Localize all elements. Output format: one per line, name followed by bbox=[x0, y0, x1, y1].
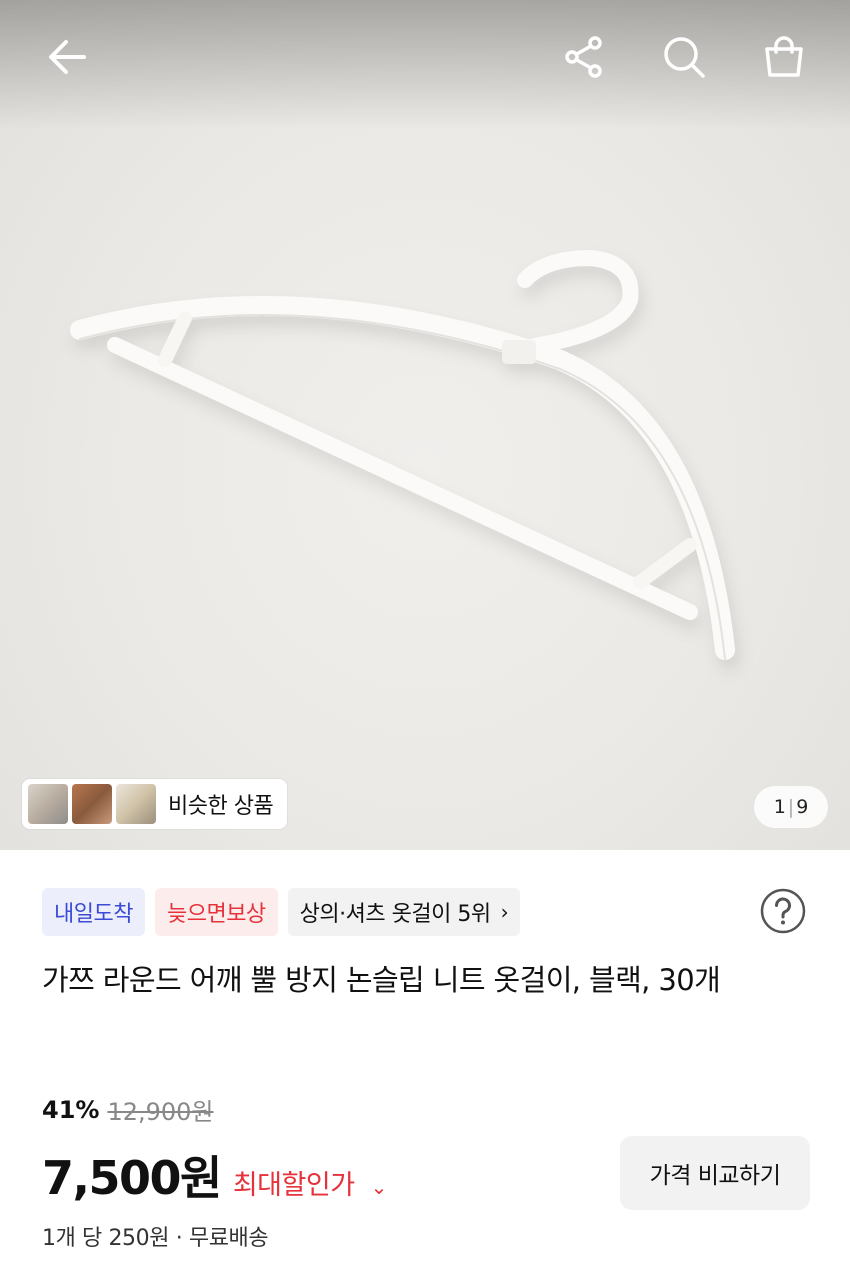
sale-price: 7,500원 bbox=[42, 1151, 222, 1205]
ranking-label: 상의·셔츠 옷걸이 5위 bbox=[299, 902, 491, 927]
chevron-right-icon: › bbox=[500, 900, 509, 924]
badge-late-compensation: 늦으면보상 bbox=[154, 888, 278, 936]
discount-rate: 41% bbox=[42, 1095, 100, 1124]
top-shade bbox=[0, 0, 850, 130]
original-price: 12,900원 bbox=[107, 1098, 214, 1126]
help-button[interactable] bbox=[760, 888, 806, 934]
max-discount-label: 최대할인가 bbox=[232, 1170, 355, 1201]
badge-tomorrow-delivery: 내일도착 bbox=[42, 888, 145, 936]
discount-row: 41% 12,900원 bbox=[42, 1092, 214, 1127]
share-icon bbox=[565, 36, 602, 78]
max-discount-dropdown[interactable]: 최대할인가 ⌄ bbox=[232, 1163, 388, 1202]
similar-thumb-1 bbox=[28, 784, 68, 824]
product-image-gallery[interactable]: 비슷한 상품 1 | 9 bbox=[0, 0, 850, 850]
badge-category-ranking[interactable]: 상의·셔츠 옷걸이 5위 › bbox=[287, 888, 521, 936]
search-icon bbox=[664, 37, 705, 78]
similar-thumb-2 bbox=[72, 784, 112, 824]
compare-price-button[interactable]: 가격 비교하기 bbox=[620, 1136, 810, 1210]
similar-products-label: 비슷한 상품 bbox=[168, 794, 274, 819]
unit-price-shipping: 1개 당 250원 · 무료배송 bbox=[42, 1226, 269, 1251]
similar-products-button[interactable]: 비슷한 상품 bbox=[22, 779, 288, 829]
chevron-down-icon: ⌄ bbox=[370, 1175, 388, 1199]
share-button[interactable] bbox=[557, 30, 611, 84]
search-button[interactable] bbox=[657, 30, 711, 84]
back-button[interactable] bbox=[40, 30, 94, 84]
arrow-left-icon bbox=[49, 40, 86, 74]
similar-thumb-3 bbox=[116, 784, 156, 824]
price-row: 7,500원 최대할인가 ⌄ bbox=[42, 1142, 387, 1208]
counter-current: 1 bbox=[773, 796, 786, 818]
image-counter: 1 | 9 bbox=[754, 786, 828, 828]
question-icon bbox=[760, 888, 806, 934]
product-title: 가쯔 라운드 어깨 뿔 방지 논슬립 니트 옷걸이, 블랙, 30개 bbox=[42, 963, 721, 997]
counter-separator: | bbox=[787, 796, 795, 818]
counter-total: 9 bbox=[796, 796, 809, 818]
badge-row: 내일도착 늦으면보상 상의·셔츠 옷걸이 5위 › bbox=[42, 888, 521, 936]
cart-button[interactable] bbox=[757, 30, 811, 84]
shopping-bag-icon bbox=[765, 36, 803, 77]
